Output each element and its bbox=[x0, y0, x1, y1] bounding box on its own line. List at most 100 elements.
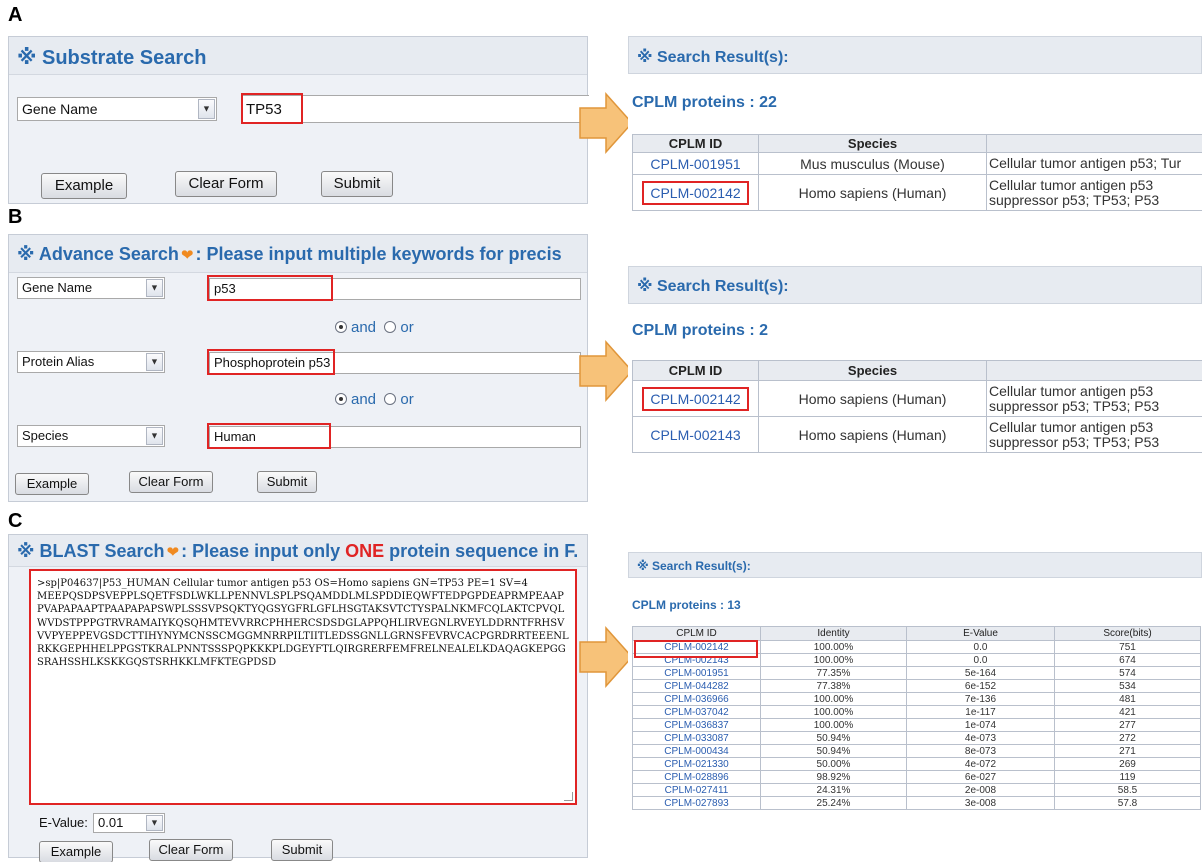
section-label-b: B bbox=[8, 206, 23, 228]
evalue-select[interactable]: 0.01 ▼ bbox=[93, 813, 165, 833]
panel-header: ※ Advance Search ❤: Please input multiple… bbox=[9, 235, 587, 273]
highlight-box bbox=[207, 349, 335, 375]
cplm-id-link[interactable]: CPLM-001951 bbox=[632, 666, 761, 680]
identity-cell: 50.94% bbox=[760, 744, 907, 758]
description-cell: Cellular tumor antigen p53 suppressor p5… bbox=[986, 380, 1202, 417]
evalue-cell: 6e-152 bbox=[906, 679, 1055, 693]
column-header: CPLM ID bbox=[632, 360, 759, 381]
identity-cell: 100.00% bbox=[760, 653, 907, 667]
table-row: CPLM-027893 25.24% 3e-008 57.8 bbox=[632, 796, 1201, 810]
chevron-down-icon: ▼ bbox=[146, 279, 163, 297]
cplm-id-link[interactable]: CPLM-033087 bbox=[632, 731, 761, 745]
field-select-3[interactable]: Species ▼ bbox=[17, 425, 165, 447]
field-select[interactable]: Gene Name ▼ bbox=[17, 97, 217, 121]
cplm-id-link[interactable]: CPLM-000434 bbox=[632, 744, 761, 758]
cplm-id-link[interactable]: CPLM-002142 bbox=[632, 174, 759, 211]
cplm-id-link[interactable]: CPLM-036837 bbox=[632, 718, 761, 732]
submit-button[interactable]: Submit bbox=[321, 171, 393, 197]
evalue-cell: 0.0 bbox=[906, 640, 1055, 654]
example-button[interactable]: Example bbox=[15, 473, 89, 495]
arrow-right-icon bbox=[579, 340, 634, 402]
clear-form-button[interactable]: Clear Form bbox=[149, 839, 233, 861]
identity-cell: 50.00% bbox=[760, 757, 907, 771]
column-header: CPLM ID bbox=[632, 626, 761, 641]
table-row: CPLM-036837 100.00% 1e-074 277 bbox=[632, 718, 1201, 732]
cplm-id-link[interactable]: CPLM-021330 bbox=[632, 757, 761, 771]
evalue-label: E-Value: bbox=[39, 815, 88, 830]
cplm-id-link[interactable]: CPLM-002143 bbox=[632, 416, 759, 453]
column-header: E-Value bbox=[906, 626, 1055, 641]
radio-or[interactable] bbox=[384, 321, 397, 333]
cplm-id-link[interactable]: CPLM-027411 bbox=[632, 783, 761, 797]
column-header: Identity bbox=[760, 626, 907, 641]
operator-row-2: and or bbox=[335, 391, 414, 408]
score-cell: 481 bbox=[1054, 692, 1201, 706]
panel-title: ※ Advance Search ❤: Please input multiple… bbox=[17, 244, 562, 264]
field-select-value: Protein Alias bbox=[22, 354, 95, 369]
cplm-id-link[interactable]: CPLM-044282 bbox=[632, 679, 761, 693]
table-row: CPLM-001951 77.35% 5e-164 574 bbox=[632, 666, 1201, 680]
result-header: ※ Search Result(s): bbox=[628, 36, 1202, 74]
highlight-box bbox=[207, 423, 331, 449]
result-count: CPLM proteins : 13 bbox=[632, 598, 741, 612]
column-header: Score(bits) bbox=[1054, 626, 1201, 641]
blast-search-panel: ※ BLAST Search ❤: Please input only ONE p… bbox=[8, 534, 588, 862]
cplm-id-link[interactable]: CPLM-002142 bbox=[632, 380, 759, 417]
radio-or[interactable] bbox=[384, 393, 397, 405]
example-button[interactable]: Example bbox=[39, 841, 113, 862]
column-header bbox=[986, 360, 1202, 381]
substrate-search-panel: ※ Substrate Search Gene Name ▼ TP53 Exam… bbox=[8, 36, 589, 204]
panel-title: ※ BLAST Search ❤: Please input only ONE p… bbox=[17, 541, 579, 561]
cplm-id-link[interactable]: CPLM-028896 bbox=[632, 770, 761, 784]
field-select-2[interactable]: Protein Alias ▼ bbox=[17, 351, 165, 373]
table-row: CPLM-036966 100.00% 7e-136 481 bbox=[632, 692, 1201, 706]
highlight-box bbox=[241, 93, 303, 124]
chevron-down-icon: ▼ bbox=[146, 353, 163, 371]
result-heading: ※ Search Result(s): bbox=[637, 559, 751, 573]
cplm-id-link[interactable]: CPLM-036966 bbox=[632, 692, 761, 706]
column-header bbox=[986, 134, 1202, 153]
table-row: CPLM-044282 77.38% 6e-152 534 bbox=[632, 679, 1201, 693]
identity-cell: 50.94% bbox=[760, 731, 907, 745]
panel-header: ※ BLAST Search ❤: Please input only ONE p… bbox=[9, 535, 587, 567]
cplm-id-link[interactable]: CPLM-027893 bbox=[632, 796, 761, 810]
radio-and[interactable] bbox=[335, 321, 347, 333]
evalue-cell: 0.0 bbox=[906, 653, 1055, 667]
score-cell: 57.8 bbox=[1054, 796, 1201, 810]
cplm-id-link[interactable]: CPLM-001951 bbox=[632, 152, 759, 175]
species-cell: Homo sapiens (Human) bbox=[758, 416, 987, 453]
table-row: CPLM-002142 Homo sapiens (Human) Cellula… bbox=[632, 174, 1202, 211]
evalue-cell: 4e-072 bbox=[906, 757, 1055, 771]
identity-cell: 24.31% bbox=[760, 783, 907, 797]
species-cell: Homo sapiens (Human) bbox=[758, 380, 987, 417]
radio-and[interactable] bbox=[335, 393, 347, 405]
submit-button[interactable]: Submit bbox=[257, 471, 317, 493]
column-header: Species bbox=[758, 134, 987, 153]
heart-icon: ❤ bbox=[180, 247, 194, 264]
sequence-textarea[interactable]: >sp|P04637|P53_HUMAN Cellular tumor anti… bbox=[29, 569, 577, 805]
result-heading: ※ Search Result(s): bbox=[637, 49, 789, 66]
score-cell: 277 bbox=[1054, 718, 1201, 732]
field-select-1[interactable]: Gene Name ▼ bbox=[17, 277, 165, 299]
evalue-cell: 1e-074 bbox=[906, 718, 1055, 732]
section-label-a: A bbox=[8, 4, 23, 26]
table-row: CPLM-033087 50.94% 4e-073 272 bbox=[632, 731, 1201, 745]
operator-row-1: and or bbox=[335, 319, 414, 336]
arrow-right-icon bbox=[579, 92, 634, 154]
submit-button[interactable]: Submit bbox=[271, 839, 333, 861]
cplm-id-link[interactable]: CPLM-037042 bbox=[632, 705, 761, 719]
table-row: CPLM-037042 100.00% 1e-117 421 bbox=[632, 705, 1201, 719]
score-cell: 751 bbox=[1054, 640, 1201, 654]
example-button[interactable]: Example bbox=[41, 173, 127, 199]
species-cell: Mus musculus (Mouse) bbox=[758, 152, 987, 175]
panel-header: ※ Substrate Search bbox=[9, 37, 587, 75]
table-row: CPLM-027411 24.31% 2e-008 58.5 bbox=[632, 783, 1201, 797]
identity-cell: 25.24% bbox=[760, 796, 907, 810]
table-row: CPLM-028896 98.92% 6e-027 119 bbox=[632, 770, 1201, 784]
evalue-value: 0.01 bbox=[98, 815, 124, 830]
clear-form-button[interactable]: Clear Form bbox=[175, 171, 277, 197]
clear-form-button[interactable]: Clear Form bbox=[129, 471, 213, 493]
description-cell: Cellular tumor antigen p53 suppressor p5… bbox=[986, 416, 1202, 453]
resize-handle[interactable] bbox=[564, 792, 573, 801]
table-row: CPLM-002142 Homo sapiens (Human) Cellula… bbox=[632, 380, 1202, 417]
